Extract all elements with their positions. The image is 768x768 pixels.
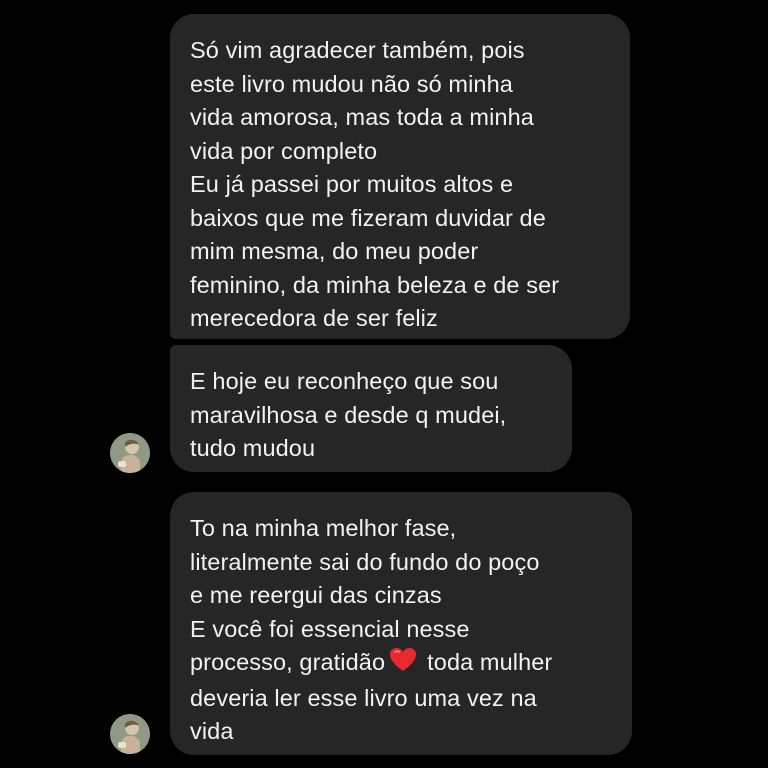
red-heart-icon [389, 647, 417, 682]
message-text: Só vim agradecer também, pois este livro… [190, 37, 560, 331]
message-bubble-2[interactable]: E hoje eu reconheço que sou maravilhosa … [170, 345, 572, 472]
avatar-photo-icon [110, 433, 150, 473]
message-bubble-3[interactable]: To na minha melhor fase, literalmente sa… [170, 492, 632, 755]
message-bubble-1[interactable]: Só vim agradecer também, pois este livro… [170, 14, 630, 339]
message-text: To na minha melhor fase, literalmente sa… [190, 515, 553, 744]
message-text: E hoje eu reconheço que sou maravilhosa … [190, 368, 507, 461]
sender-avatar[interactable] [110, 714, 150, 754]
avatar-photo-icon [110, 714, 150, 754]
sender-avatar[interactable] [110, 433, 150, 473]
